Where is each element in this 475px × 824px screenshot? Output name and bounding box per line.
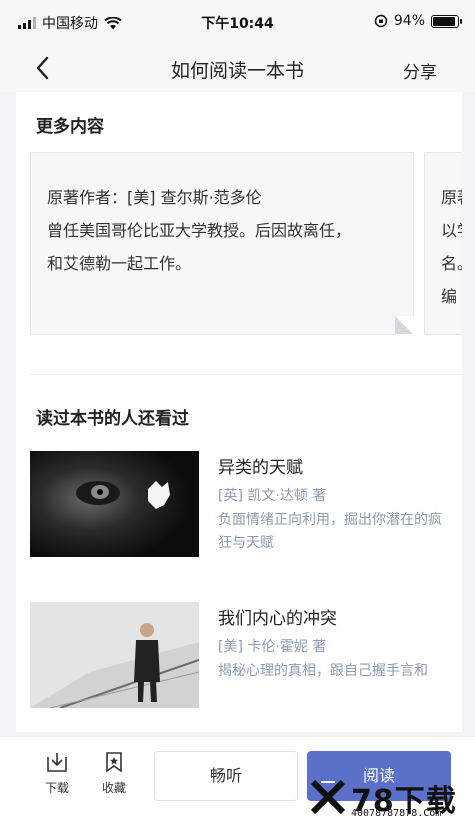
bookmark-star-icon	[106, 752, 122, 773]
orientation-lock-icon	[374, 14, 388, 28]
book-item[interactable]: 我们内心的冲突 [美] 卡伦·霍妮 著 揭秘心理的真相，跟自己握手言和	[30, 602, 450, 710]
listen-button[interactable]: 畅听	[154, 751, 298, 801]
status-right: 94%	[374, 13, 462, 29]
more-content-title: 更多内容	[36, 117, 104, 137]
also-read-title: 读过本书的人还看过	[36, 409, 189, 429]
watermark: 78下载 40078787878.Com	[309, 778, 469, 820]
book-author: [美] 卡伦·霍妮 著	[218, 639, 327, 655]
card-line: 和艾德勒一起工作。	[47, 254, 192, 273]
card-line: 名。	[441, 254, 462, 273]
favorite-label: 收藏	[101, 781, 126, 795]
page-fold-icon	[395, 316, 413, 334]
book-description: 负面情绪正向利用，掘出你潜在的疯狂与天赋	[218, 512, 442, 551]
book-title: 我们内心的冲突	[218, 609, 337, 629]
battery-percent: 94%	[393, 13, 425, 29]
book-cover	[30, 451, 199, 557]
section-divider	[30, 374, 462, 375]
nav-bar: 如何阅读一本书 分享	[0, 44, 475, 92]
book-item[interactable]: 异类的天赋 [英] 凯文·达顿 著 负面情绪正向利用，掘出你潜在的疯狂与天赋	[30, 451, 450, 559]
bottom-bar: 下载 收藏 畅听 阅读 78下载 40078787878.Com	[0, 736, 475, 824]
card-line: 曾任美国哥伦比亚大学教授。后因故离任，	[47, 221, 352, 240]
share-button[interactable]: 分享	[403, 58, 437, 83]
watermark-logo-icon	[310, 779, 346, 815]
content-panel: 更多内容 原著作者：[美] 查尔斯·范多伦 曾任美国哥伦比亚大学教授。后因故离任…	[16, 92, 462, 732]
download-icon	[47, 753, 67, 772]
book-author: [英] 凯文·达顿 著	[218, 488, 327, 504]
download-button[interactable]: 下载	[37, 751, 77, 796]
download-label: 下载	[44, 781, 69, 795]
book-description: 揭秘心理的真相，跟自己握手言和	[218, 663, 428, 679]
more-content-card[interactable]: 原著 以学 名。 编	[424, 152, 462, 335]
card-line: 编	[441, 287, 458, 306]
card-line: 以学	[441, 221, 462, 240]
watermark-url: 40078787878.Com	[351, 808, 442, 819]
book-cover	[30, 602, 199, 708]
card-line: 原著	[441, 188, 462, 207]
status-bar: 中国移动 下午10:44 94%	[0, 0, 475, 44]
card-line: 原著作者：[美] 查尔斯·范多伦	[47, 188, 262, 207]
book-title: 异类的天赋	[218, 458, 303, 478]
more-content-card[interactable]: 原著作者：[美] 查尔斯·范多伦 曾任美国哥伦比亚大学教授。后因故离任， 和艾德…	[30, 152, 414, 335]
battery-icon	[431, 14, 462, 28]
favorite-button[interactable]: 收藏	[94, 751, 134, 796]
